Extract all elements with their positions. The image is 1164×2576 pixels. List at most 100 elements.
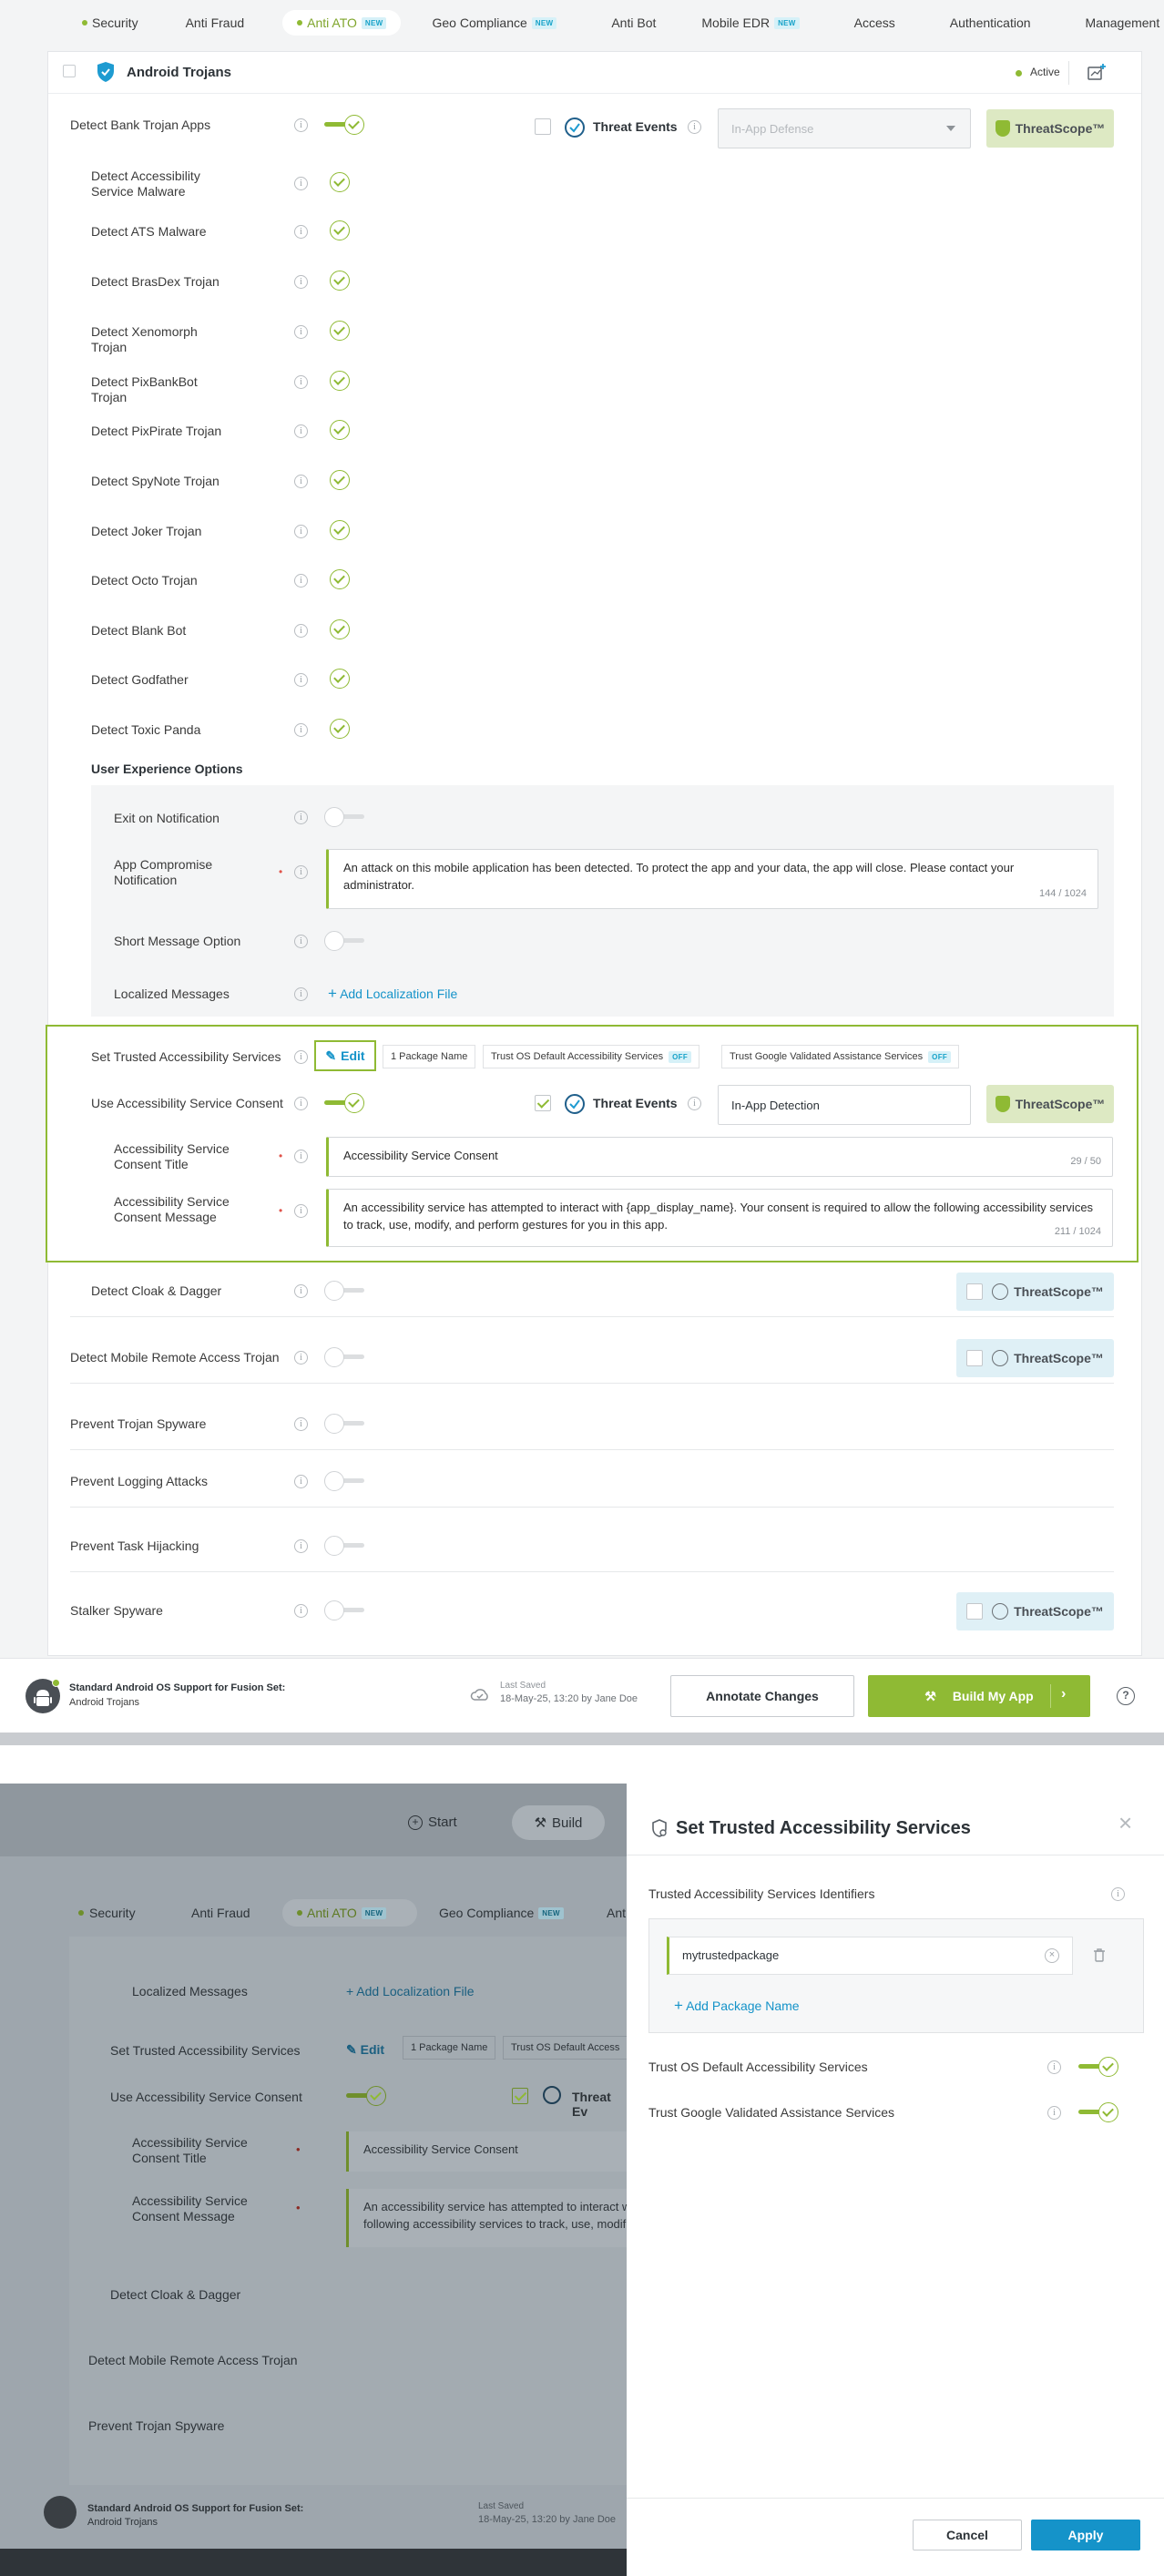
consent-message-textarea[interactable]: An accessibility service has attempted t…: [346, 2189, 627, 2247]
tab-anti-bot[interactable]: Anti Bot: [597, 10, 670, 36]
info-icon[interactable]: i: [688, 1097, 701, 1110]
feature-toggle[interactable]: [324, 1536, 366, 1556]
add-package-link[interactable]: + Add Package Name: [674, 1997, 800, 2015]
tab-anti-fraud[interactable]: Anti Fraud: [171, 10, 260, 36]
info-icon[interactable]: i: [294, 865, 308, 879]
feature-toggle[interactable]: [324, 1471, 366, 1491]
chevron-right-icon[interactable]: ›: [1061, 1686, 1066, 1702]
tab-management[interactable]: Management: [1071, 10, 1164, 36]
feature-toggle[interactable]: [324, 1281, 366, 1301]
info-icon[interactable]: i: [294, 275, 308, 289]
app-compromise-textarea[interactable]: An attack on this mobile application has…: [326, 849, 1098, 909]
trojan-enabled-check[interactable]: [330, 470, 350, 490]
apply-button[interactable]: Apply: [1031, 2520, 1140, 2550]
annotate-changes-button[interactable]: Annotate Changes: [670, 1675, 854, 1717]
tab-geo-compliance[interactable]: Geo Compliance NEW: [439, 1906, 564, 1920]
feature-toggle[interactable]: [324, 1600, 366, 1620]
tab-anti-bot[interactable]: Ant: [607, 1906, 626, 1920]
info-icon[interactable]: i: [1111, 1887, 1125, 1901]
threatscope-button[interactable]: ThreatScope™: [956, 1273, 1114, 1311]
info-icon[interactable]: i: [294, 811, 308, 824]
trojan-enabled-check[interactable]: [330, 371, 350, 391]
threatscope-checkbox[interactable]: [966, 1283, 984, 1300]
info-icon[interactable]: i: [294, 375, 308, 389]
action-select[interactable]: In-App Detection: [718, 1085, 971, 1125]
threatscope-button[interactable]: ThreatScope™: [956, 1339, 1114, 1377]
info-icon[interactable]: i: [294, 574, 308, 588]
info-icon[interactable]: i: [294, 1351, 308, 1365]
trojan-enabled-check[interactable]: [330, 172, 350, 192]
trojan-enabled-check[interactable]: [330, 669, 350, 689]
info-icon[interactable]: i: [294, 1050, 308, 1064]
clear-input-icon[interactable]: ×: [1045, 1948, 1059, 1963]
exit-notification-toggle[interactable]: [324, 807, 366, 827]
info-icon[interactable]: i: [294, 1097, 308, 1110]
info-icon[interactable]: i: [294, 673, 308, 687]
trojan-enabled-check[interactable]: [330, 619, 350, 639]
trojan-enabled-check[interactable]: [330, 520, 350, 540]
tab-anti-ato[interactable]: Anti ATO NEW: [297, 1906, 387, 1920]
tab-anti-fraud[interactable]: Anti Fraud: [191, 1906, 250, 1920]
threat-events-checkbox[interactable]: [535, 1095, 551, 1111]
package-name-input[interactable]: mytrustedpackage ×: [667, 1937, 1073, 1975]
info-icon[interactable]: i: [294, 177, 308, 190]
info-icon[interactable]: i: [688, 120, 701, 134]
tab-geo-compliance[interactable]: Geo Compliance NEW: [417, 10, 571, 36]
info-icon[interactable]: i: [294, 1204, 308, 1218]
info-icon[interactable]: i: [294, 424, 308, 438]
help-icon[interactable]: ?: [1117, 1687, 1135, 1705]
trojan-enabled-check[interactable]: [330, 321, 350, 341]
trojan-enabled-check[interactable]: [330, 271, 350, 291]
feature-toggle[interactable]: [324, 1347, 366, 1367]
info-icon[interactable]: i: [294, 1475, 308, 1488]
trojan-enabled-check[interactable]: [330, 420, 350, 440]
info-icon[interactable]: i: [294, 1150, 308, 1163]
start-step[interactable]: + Start: [408, 1814, 457, 1830]
consent-message-textarea[interactable]: An accessibility service has attempted t…: [326, 1189, 1113, 1247]
info-icon[interactable]: i: [294, 525, 308, 538]
tab-access[interactable]: Access: [840, 10, 910, 36]
tab-security[interactable]: Security: [67, 10, 153, 36]
trash-icon[interactable]: [1093, 1947, 1106, 1962]
info-icon[interactable]: i: [294, 475, 308, 488]
tab-security[interactable]: Security: [78, 1906, 136, 1920]
close-icon[interactable]: ×: [1118, 1809, 1132, 1837]
bank-trojan-toggle[interactable]: [324, 115, 366, 135]
add-note-icon[interactable]: [1087, 63, 1107, 81]
threat-events-checkbox[interactable]: [535, 118, 551, 135]
cancel-button[interactable]: Cancel: [913, 2520, 1022, 2550]
consent-toggle[interactable]: [324, 1093, 366, 1113]
threatscope-checkbox[interactable]: [966, 1603, 984, 1620]
info-icon[interactable]: i: [1047, 2106, 1061, 2120]
info-icon[interactable]: i: [294, 118, 308, 132]
consent-title-input[interactable]: Accessibility Service Consent 29 / 50: [326, 1137, 1113, 1177]
add-localization-link[interactable]: + Add Localization File: [328, 986, 457, 1001]
tab-mobile-edr[interactable]: Mobile EDR NEW: [687, 10, 813, 36]
tab-anti-ato[interactable]: Anti ATO NEW: [282, 10, 402, 36]
short-message-toggle[interactable]: [324, 931, 366, 951]
collapse-toggle[interactable]: [63, 65, 76, 77]
info-icon[interactable]: i: [294, 935, 308, 948]
info-icon[interactable]: i: [294, 624, 308, 638]
build-my-app-button[interactable]: ⚒ Build My App ›: [868, 1675, 1090, 1717]
trojan-enabled-check[interactable]: [330, 220, 350, 240]
info-icon[interactable]: i: [294, 1604, 308, 1618]
edit-button[interactable]: ✎ Edit: [314, 1040, 376, 1071]
consent-toggle[interactable]: [346, 2086, 388, 2106]
info-icon[interactable]: i: [294, 1417, 308, 1431]
threatscope-button[interactable]: ThreatScope™: [956, 1592, 1114, 1630]
info-icon[interactable]: i: [1047, 2060, 1061, 2074]
info-icon[interactable]: i: [294, 987, 308, 1001]
info-icon[interactable]: i: [294, 1539, 308, 1553]
edit-button[interactable]: ✎ Edit: [346, 2042, 384, 2058]
threatscope-checkbox[interactable]: [966, 1350, 984, 1366]
threatscope-button[interactable]: ThreatScope™: [986, 109, 1114, 148]
threat-events-checkbox[interactable]: [512, 2088, 528, 2104]
info-icon[interactable]: i: [294, 723, 308, 737]
info-icon[interactable]: i: [294, 225, 308, 239]
feature-toggle[interactable]: [324, 1414, 366, 1434]
build-step[interactable]: ⚒ Build: [512, 1805, 605, 1840]
consent-title-input[interactable]: Accessibility Service Consent: [346, 2131, 627, 2172]
trojan-enabled-check[interactable]: [330, 719, 350, 739]
add-localization-link[interactable]: + Add Localization File: [346, 1984, 474, 1998]
